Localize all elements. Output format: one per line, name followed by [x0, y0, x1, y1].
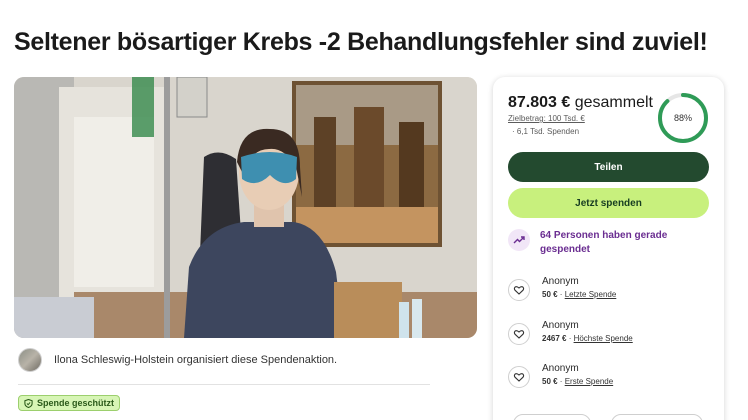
goal-amount[interactable]: Zielbetrag: 100 Tsd. € — [508, 114, 585, 123]
donation-card: 87.803 € gesammelt Zielbetrag: 100 Tsd. … — [493, 77, 724, 420]
divider — [18, 384, 430, 385]
protected-badge[interactable]: Spende geschützt — [18, 395, 121, 411]
donor-name: Anonym — [542, 276, 579, 287]
trending-notice: 64 Personen haben gerade gespendet — [508, 229, 680, 257]
shield-icon — [24, 398, 33, 408]
organizer-avatar[interactable] — [18, 348, 42, 372]
donate-button[interactable]: Jetzt spenden — [508, 188, 709, 218]
trending-up-icon — [508, 229, 530, 251]
page-title: Seltener bösartiger Krebs -2 Behandlungs… — [14, 28, 708, 56]
see-all-button[interactable] — [513, 414, 591, 420]
donor-meta: 2467 € · Höchste Spende — [542, 332, 633, 345]
organizer-row: Ilona Schleswig-Holstein organisiert die… — [18, 348, 337, 372]
donor-meta: 50 € · Letzte Spende — [542, 288, 616, 301]
donation-heart-icon — [508, 279, 530, 301]
donation-count: · 6,1 Tsd. Spenden — [512, 127, 580, 136]
share-button[interactable]: Teilen — [508, 152, 709, 182]
donation-heart-icon — [508, 323, 530, 345]
raised-amount: 87.803 € gesammelt — [508, 94, 653, 112]
donor-tag-link[interactable]: Höchste Spende — [574, 334, 633, 343]
donor-amount: 2467 € — [542, 334, 567, 343]
see-top-button[interactable] — [611, 414, 703, 420]
raised-suffix: gesammelt — [570, 94, 653, 111]
donor-name: Anonym — [542, 320, 579, 331]
donor-sep: · — [566, 334, 574, 343]
donor-amount: 50 € — [542, 377, 558, 386]
donor-sep: · — [557, 377, 565, 386]
donor-name: Anonym — [542, 363, 579, 374]
campaign-photo[interactable] — [14, 77, 477, 338]
donor-amount: 50 € — [542, 290, 558, 299]
donor-item: Anonym 50 € · Letzte Spende — [508, 275, 616, 301]
organizer-text: Ilona Schleswig-Holstein organisiert die… — [54, 354, 338, 366]
raised-value: 87.803 € — [508, 94, 571, 111]
trending-text: 64 Personen haben gerade gespendet — [540, 230, 668, 255]
badge-label: Spende geschützt — [37, 398, 115, 408]
donor-item: Anonym 50 € · Erste Spende — [508, 362, 613, 388]
donor-sep: · — [557, 290, 565, 299]
donation-heart-icon — [508, 366, 530, 388]
donor-meta: 50 € · Erste Spende — [542, 375, 613, 388]
progress-label: 88% — [673, 113, 692, 123]
donor-tag-link[interactable]: Letzte Spende — [565, 290, 617, 299]
donor-item: Anonym 2467 € · Höchste Spende — [508, 319, 633, 345]
donor-tag-link[interactable]: Erste Spende — [565, 377, 613, 386]
